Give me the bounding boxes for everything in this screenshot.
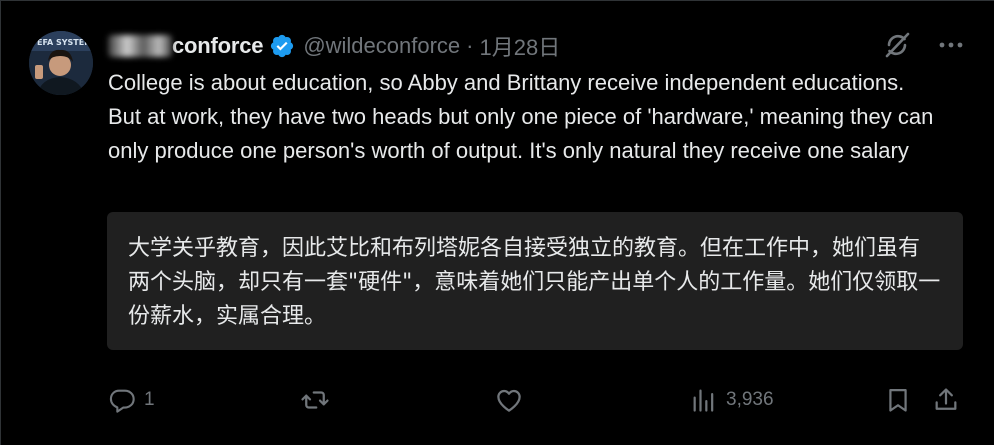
- like-icon: [494, 385, 524, 415]
- repost-icon: [300, 385, 330, 415]
- share-button[interactable]: [932, 384, 960, 416]
- avatar-caption: EFA SYSTEM: [37, 38, 92, 47]
- tweet[interactable]: EFA SYSTEM conforce @wildeconforce · 1月2…: [0, 0, 994, 445]
- tweet-text: College is about education, so Abby and …: [108, 70, 934, 163]
- avatar[interactable]: EFA SYSTEM: [29, 31, 93, 95]
- translation-box: 大学关乎教育，因此艾比和布列塔妮各自接受独立的教育。但在工作中，她们虽有两个头脑…: [107, 212, 963, 350]
- verified-badge-icon[interactable]: [269, 33, 295, 59]
- tweet-date[interactable]: 1月28日: [480, 30, 561, 62]
- views-icon: [690, 386, 718, 414]
- bookmark-button[interactable]: [884, 384, 912, 416]
- like-button[interactable]: [494, 384, 532, 416]
- more-icon[interactable]: [938, 32, 964, 58]
- bookmark-icon: [884, 386, 912, 414]
- view-count: 3,936: [726, 389, 774, 410]
- reply-icon: [108, 386, 136, 414]
- reply-button[interactable]: 1: [108, 384, 155, 416]
- tweet-actions: 1 3,936: [108, 384, 964, 416]
- display-name[interactable]: conforce: [172, 33, 264, 59]
- reply-count: 1: [144, 389, 155, 410]
- tweet-top-actions: [882, 30, 964, 60]
- handle[interactable]: @wildeconforce: [303, 33, 460, 59]
- translation-text: 大学关乎教育，因此艾比和布列塔妮各自接受独立的教育。但在工作中，她们虽有两个头脑…: [128, 236, 941, 329]
- avatar-image: EFA SYSTEM: [29, 31, 93, 95]
- name-redaction: [108, 35, 172, 57]
- separator: ·: [466, 33, 474, 58]
- tweet-header: conforce @wildeconforce · 1月28日: [108, 30, 560, 62]
- repost-button[interactable]: [300, 384, 338, 416]
- grok-icon[interactable]: [882, 30, 912, 60]
- share-icon: [932, 386, 960, 414]
- views-button[interactable]: 3,936: [690, 384, 774, 416]
